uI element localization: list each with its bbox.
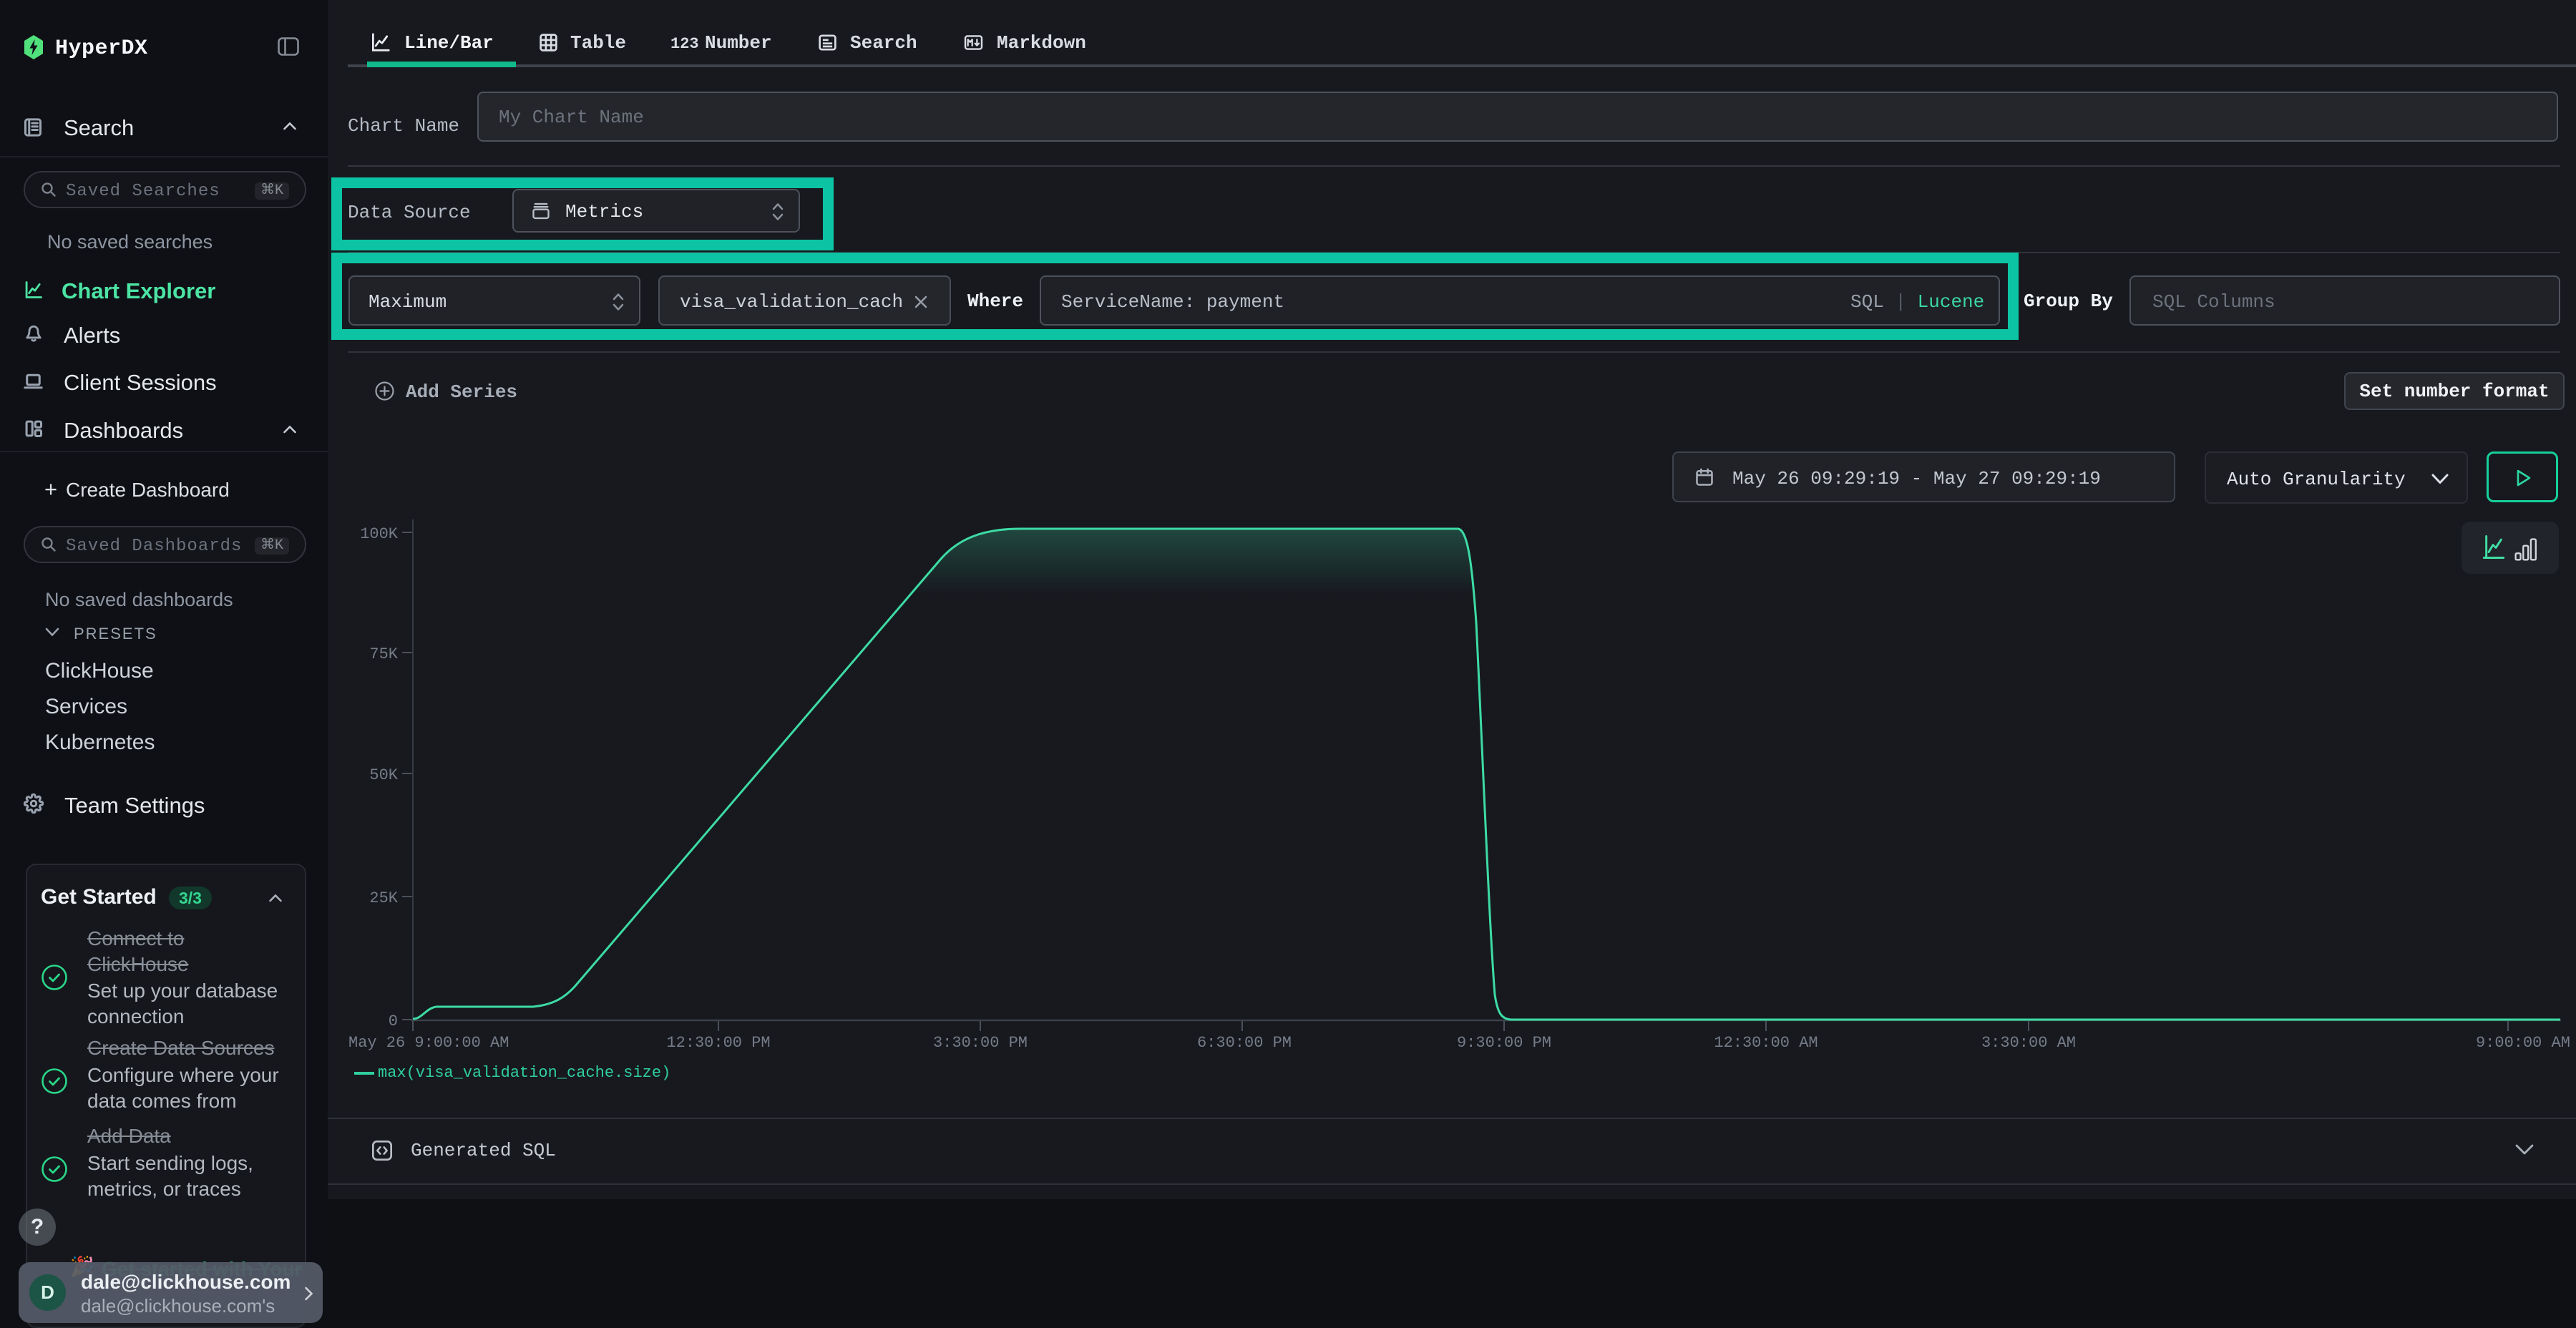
svg-text:6:30:00 PM: 6:30:00 PM [1197, 1034, 1292, 1052]
svg-text:May 26 9:00:00 AM: May 26 9:00:00 AM [348, 1034, 509, 1052]
svg-text:3:30:00 AM: 3:30:00 AM [1981, 1034, 2076, 1052]
svg-text:25K: 25K [369, 889, 398, 907]
svg-text:9:00:00 AM: 9:00:00 AM [2476, 1034, 2570, 1052]
svg-text:100K: 100K [360, 525, 399, 543]
svg-text:12:30:00 AM: 12:30:00 AM [1714, 1034, 1818, 1052]
svg-text:3:30:00 PM: 3:30:00 PM [933, 1034, 1028, 1052]
svg-text:75K: 75K [369, 645, 398, 663]
svg-text:50K: 50K [369, 766, 398, 784]
svg-text:9:30:00 PM: 9:30:00 PM [1457, 1034, 1551, 1052]
svg-text:0: 0 [389, 1012, 398, 1030]
svg-text:12:30:00 PM: 12:30:00 PM [666, 1034, 770, 1052]
